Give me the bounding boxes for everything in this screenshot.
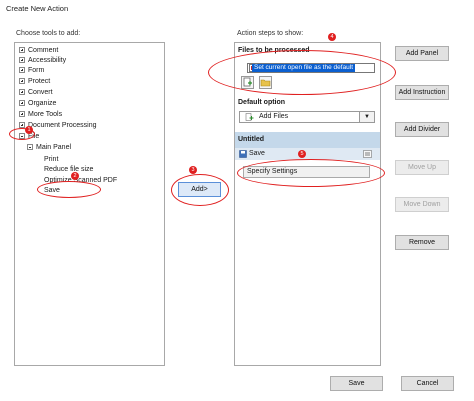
add-files-label: Add Files bbox=[259, 113, 289, 120]
move-up-button[interactable]: Move Up bbox=[395, 160, 449, 175]
tree-item-comment[interactable]: Comment bbox=[19, 46, 58, 56]
add-instruction-button[interactable]: Add Instruction bbox=[395, 85, 449, 100]
add-files-icon bbox=[245, 113, 254, 126]
tree-item-organize[interactable]: Organize bbox=[19, 99, 56, 109]
tree-item-protect[interactable]: Protect bbox=[19, 77, 50, 87]
untitled-panel-header[interactable]: Untitled bbox=[235, 132, 380, 148]
action-steps-label: Action steps to show: bbox=[237, 30, 304, 37]
remove-button[interactable]: Remove bbox=[395, 235, 449, 250]
default-option-header: Default option bbox=[238, 99, 286, 106]
annotation-ellipse-save bbox=[37, 181, 101, 198]
expand-plus-icon[interactable] bbox=[19, 78, 25, 84]
expand-plus-icon[interactable] bbox=[19, 47, 25, 53]
expand-plus-icon[interactable] bbox=[19, 100, 25, 106]
tree-item-accessibility[interactable]: Accessibility bbox=[19, 56, 66, 66]
dropdown-arrow-icon[interactable]: ▼ bbox=[359, 111, 375, 123]
collapse-minus-icon[interactable] bbox=[27, 144, 33, 150]
tree-item-more-tools[interactable]: More Tools bbox=[19, 110, 62, 120]
annotation-badge-4: 4 bbox=[328, 33, 336, 41]
add-files-dropdown[interactable]: Add Files bbox=[239, 111, 360, 123]
move-down-button[interactable]: Move Down bbox=[395, 197, 449, 212]
tools-tree-panel: Comment Accessibility Form Protect Conve… bbox=[14, 42, 165, 366]
choose-tools-label: Choose tools to add: bbox=[16, 30, 81, 37]
window-title: Create New Action bbox=[6, 4, 69, 13]
tree-item-reduce-file-size[interactable]: Reduce file size bbox=[44, 165, 93, 175]
annotation-ellipse-specify bbox=[237, 159, 385, 187]
expand-plus-icon[interactable] bbox=[19, 89, 25, 95]
annotation-ellipse-add bbox=[171, 174, 229, 206]
add-divider-button[interactable]: Add Divider bbox=[395, 122, 449, 137]
save-button[interactable]: Save bbox=[330, 376, 383, 391]
expand-plus-icon[interactable] bbox=[19, 111, 25, 117]
cancel-button[interactable]: Cancel bbox=[401, 376, 454, 391]
annotation-badge-3: 3 bbox=[189, 166, 197, 174]
annotation-badge-5: 5 bbox=[298, 150, 306, 158]
expand-plus-icon[interactable] bbox=[19, 57, 25, 63]
step-options-icon[interactable] bbox=[363, 150, 372, 163]
save-step-label: Save bbox=[249, 150, 265, 157]
annotation-ellipse-files-option bbox=[208, 50, 396, 95]
tree-item-convert[interactable]: Convert bbox=[19, 88, 53, 98]
add-panel-button[interactable]: Add Panel bbox=[395, 46, 449, 61]
save-disk-icon bbox=[239, 150, 247, 163]
annotation-badge-1: 1 bbox=[25, 126, 33, 134]
expand-plus-icon[interactable] bbox=[19, 67, 25, 73]
tree-item-print[interactable]: Print bbox=[44, 155, 58, 165]
tree-item-form[interactable]: Form bbox=[19, 66, 44, 76]
tree-item-main-panel[interactable]: Main Panel bbox=[27, 143, 71, 153]
annotation-badge-2: 2 bbox=[71, 172, 79, 180]
